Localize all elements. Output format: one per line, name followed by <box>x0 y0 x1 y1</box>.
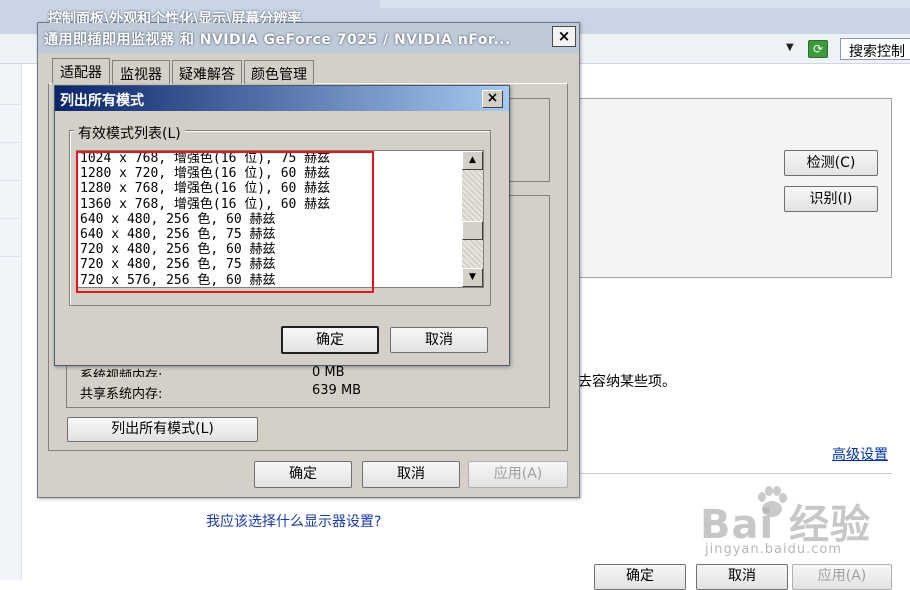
properties-close-icon[interactable]: × <box>552 26 576 47</box>
modes-dialog-title: 列出所有模式 <box>60 93 144 109</box>
modes-ok-button[interactable]: 确定 <box>281 326 379 354</box>
list-all-modes-button[interactable]: 列出所有模式(L) <box>67 417 258 442</box>
scroll-down-icon[interactable]: ▼ <box>462 268 483 287</box>
modes-cancel-button[interactable]: 取消 <box>390 327 488 353</box>
scroll-up-icon[interactable]: ▲ <box>462 151 483 170</box>
adapter-info-group <box>510 195 550 355</box>
modes-close-icon[interactable]: × <box>482 90 503 108</box>
detect-button[interactable]: 检测(C) <box>784 150 878 176</box>
modes-scrollbar[interactable]: ▲ ▼ <box>462 151 483 287</box>
shared-memory-label: 共享系统内存: <box>80 387 163 402</box>
video-memory-value: 0 MB <box>312 365 345 377</box>
identify-button[interactable]: 识别(I) <box>784 186 878 212</box>
watermark-url: jingyan.baidu.com <box>705 542 842 557</box>
background-ok-button[interactable]: 确定 <box>594 564 686 590</box>
properties-ok-button[interactable]: 确定 <box>254 461 352 488</box>
tab-monitor[interactable]: 监视器 <box>112 60 170 84</box>
tab-color-management[interactable]: 颜色管理 <box>244 60 314 84</box>
refresh-icon[interactable]: ⟳ <box>808 40 828 58</box>
scroll-thumb[interactable] <box>462 221 483 240</box>
valid-modes-label: 有效模式列表(L) <box>74 123 185 143</box>
tab-troubleshoot[interactable]: 疑难解答 <box>172 60 242 84</box>
address-dropdown-icon[interactable]: ▼ <box>786 42 794 53</box>
notice-text: 去容纳某些项。 <box>578 374 676 390</box>
divider <box>578 473 892 474</box>
properties-cancel-button[interactable]: 取消 <box>362 461 460 488</box>
search-input[interactable]: 搜索控制 <box>840 38 910 60</box>
annotation-highlight-box <box>76 151 374 293</box>
tab-adapter[interactable]: 适配器 <box>52 58 110 84</box>
baidu-paw-icon <box>758 486 787 517</box>
background-apply-button: 应用(A) <box>792 564 892 590</box>
background-cancel-button[interactable]: 取消 <box>696 564 788 590</box>
advanced-settings-link[interactable]: 高级设置 <box>832 444 888 464</box>
monitor-settings-help-link[interactable]: 我应该选择什么显示器设置? <box>206 511 381 531</box>
video-memory-label: 系统视频内存: <box>80 369 163 377</box>
shared-memory-value: 639 MB <box>312 383 362 398</box>
adapter-type-group <box>510 98 550 182</box>
left-navigation-pane <box>0 64 22 580</box>
properties-dialog-title: 通用即插即用监视器 和 NVIDIA GeForce 7025 / NVIDIA… <box>44 32 511 48</box>
properties-apply-button: 应用(A) <box>468 461 568 488</box>
